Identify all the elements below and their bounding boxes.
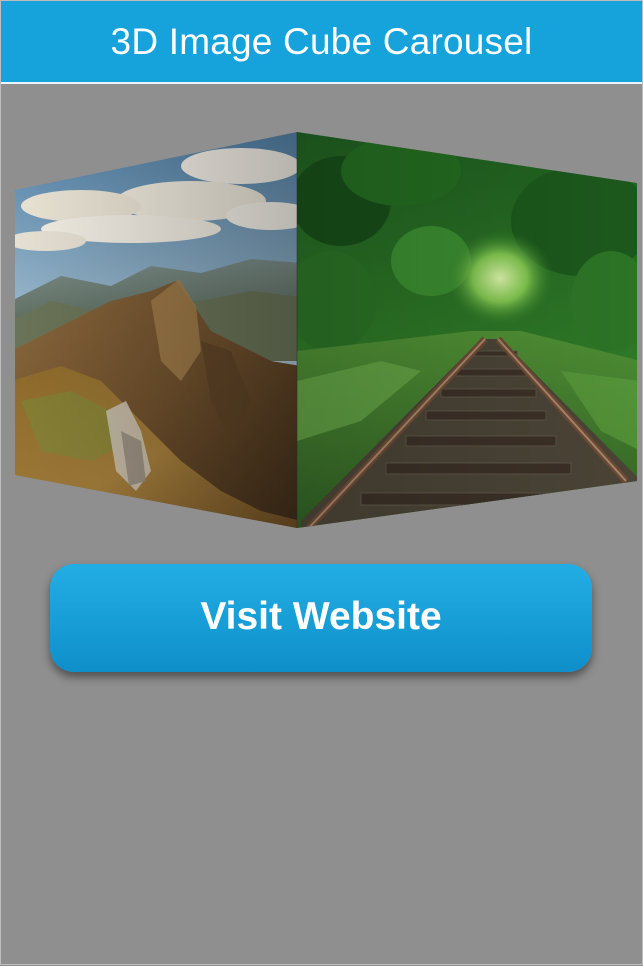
cube-face-forest-railway	[297, 132, 637, 528]
cube-face-mountain	[15, 132, 297, 528]
image-cube-carousel[interactable]	[1, 1, 643, 966]
visit-website-button[interactable]: Visit Website	[50, 564, 592, 672]
app-frame: 3D Image Cube Carousel Visit Website	[0, 0, 643, 965]
